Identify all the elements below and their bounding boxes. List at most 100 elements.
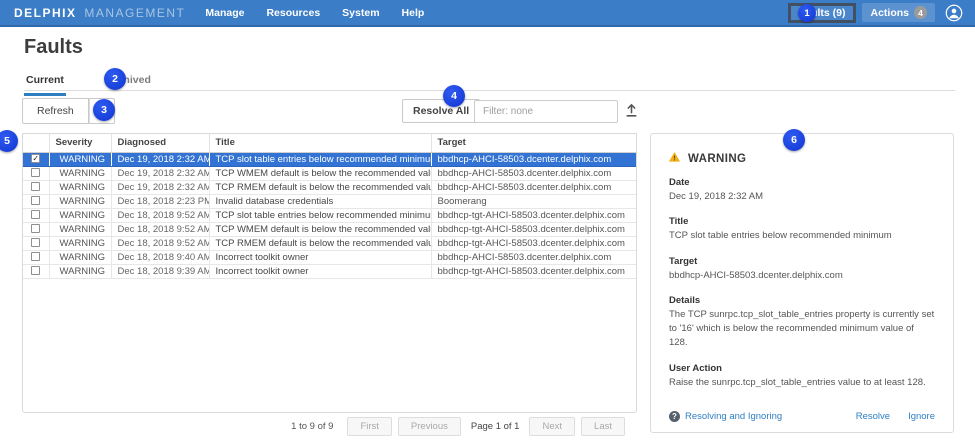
row-checkbox[interactable] <box>31 196 40 205</box>
nav-item-help[interactable]: Help <box>402 7 425 19</box>
row-checkbox[interactable] <box>31 168 40 177</box>
refresh-button[interactable]: Refresh <box>22 98 89 124</box>
detail-field-value: Raise the sunrpc.tcp_slot_table_entries … <box>669 376 935 390</box>
row-checkbox[interactable] <box>31 238 40 247</box>
target-cell: bbdhcp-AHCI-58503.dcenter.delphix.com <box>431 180 636 194</box>
page-title: Faults <box>24 36 83 59</box>
details-severity-label: WARNING <box>688 153 746 165</box>
checkbox-cell <box>23 222 49 236</box>
detail-field-value: TCP slot table entries below recommended… <box>669 229 935 243</box>
callout-2: 2 <box>104 68 126 90</box>
table-row[interactable]: ✓ WARNINGDec 19, 2018 2:32 AMTCP slot ta… <box>23 152 636 166</box>
detail-field-value: bbdhcp-AHCI-58503.dcenter.delphix.com <box>669 269 935 283</box>
checkbox-cell <box>23 166 49 180</box>
diagnosed-cell: Dec 18, 2018 2:23 PM <box>111 194 209 208</box>
severity-cell: WARNING <box>49 152 111 166</box>
export-icon[interactable] <box>622 102 640 120</box>
detail-field-label: Title <box>669 216 935 227</box>
detail-field: DateDec 19, 2018 2:32 AM <box>669 177 935 204</box>
severity-cell: WARNING <box>49 264 111 278</box>
tab-bar: Current Archived <box>24 72 153 96</box>
target-cell: bbdhcp-tgt-AHCI-58503.dcenter.delphix.co… <box>431 208 636 222</box>
table-row[interactable]: WARNINGDec 19, 2018 2:32 AMTCP WMEM defa… <box>23 166 636 180</box>
target-cell: bbdhcp-AHCI-58503.dcenter.delphix.com <box>431 250 636 264</box>
diagnosed-cell: Dec 18, 2018 9:52 AM <box>111 222 209 236</box>
diagnosed-cell: Dec 18, 2018 9:52 AM <box>111 208 209 222</box>
detail-field-label: Date <box>669 177 935 188</box>
detail-field-label: Target <box>669 256 935 267</box>
column-header-severity[interactable]: Severity <box>49 134 111 152</box>
faults-table-container: Severity Diagnosed Title Target ✓ WARNIN… <box>22 133 637 413</box>
next-page-button[interactable]: Next <box>529 417 575 436</box>
severity-label: WARNING <box>60 238 106 249</box>
row-checkbox[interactable] <box>31 266 40 275</box>
first-page-button[interactable]: First <box>347 417 391 436</box>
filter-input[interactable] <box>474 100 618 123</box>
title-cell: TCP slot table entries below recommended… <box>209 208 431 222</box>
diagnosed-cell: Dec 18, 2018 9:52 AM <box>111 236 209 250</box>
nav-menu: Manage Resources System Help <box>205 7 424 19</box>
diagnosed-cell: Dec 18, 2018 9:39 AM <box>111 264 209 278</box>
row-checkbox[interactable] <box>31 224 40 233</box>
table-row[interactable]: WARNING Dec 18, 2018 2:23 PMInvalid datab… <box>23 194 636 208</box>
page-indicator: Page 1 of 1 <box>471 421 520 432</box>
table-row[interactable]: WARNING Dec 18, 2018 9:52 AMTCP slot tabl… <box>23 208 636 222</box>
row-checkbox[interactable] <box>31 182 40 191</box>
delphix-logo: DELPHIX MANAGEMENT <box>14 6 185 20</box>
callout-6: 6 <box>783 129 805 151</box>
title-cell: TCP slot table entries below recommended… <box>209 152 431 166</box>
row-checkbox[interactable]: ✓ <box>31 154 40 163</box>
checkbox-cell <box>23 236 49 250</box>
nav-item-manage[interactable]: Manage <box>205 7 244 19</box>
title-cell: Incorrect toolkit owner <box>209 250 431 264</box>
target-cell: bbdhcp-AHCI-58503.dcenter.delphix.com <box>431 152 636 166</box>
target-cell: bbdhcp-tgt-AHCI-58503.dcenter.delphix.co… <box>431 264 636 278</box>
target-cell: bbdhcp-tgt-AHCI-58503.dcenter.delphix.co… <box>431 236 636 250</box>
detail-field-value: The TCP sunrpc.tcp_slot_table_entries pr… <box>669 308 935 351</box>
column-header-title[interactable]: Title <box>209 134 431 152</box>
faults-table-body: ✓ WARNINGDec 19, 2018 2:32 AMTCP slot ta… <box>23 152 636 278</box>
last-page-button[interactable]: Last <box>581 417 625 436</box>
user-profile-icon[interactable] <box>945 4 963 22</box>
severity-cell: WARNING <box>49 180 111 194</box>
severity-cell: WARNING <box>49 250 111 264</box>
title-cell: Incorrect toolkit owner <box>209 264 431 278</box>
severity-label: WARNING <box>60 196 106 207</box>
actions-button[interactable]: Actions 4 <box>862 3 935 22</box>
callout-3: 3 <box>93 99 115 121</box>
detail-field-label: Details <box>669 295 935 306</box>
column-header-diagnosed[interactable]: Diagnosed <box>111 134 209 152</box>
diagnosed-cell: Dec 18, 2018 9:40 AM <box>111 250 209 264</box>
checkbox-cell <box>23 264 49 278</box>
diagnosed-cell: Dec 19, 2018 2:32 AM <box>111 180 209 194</box>
severity-label: WARNING <box>60 266 106 277</box>
previous-page-button[interactable]: Previous <box>398 417 461 436</box>
callout-4: 4 <box>443 85 465 107</box>
table-header-row: Severity Diagnosed Title Target <box>23 134 636 152</box>
severity-label: WARNING <box>60 210 106 221</box>
row-checkbox[interactable] <box>31 210 40 219</box>
resolving-ignoring-link[interactable]: ? Resolving and Ignoring <box>669 411 782 422</box>
resolve-all-button[interactable]: Resolve All <box>402 99 480 123</box>
brand-suffix: MANAGEMENT <box>84 6 185 20</box>
table-row[interactable]: WARNINGDec 18, 2018 9:52 AMTCP WMEM defa… <box>23 222 636 236</box>
tab-current[interactable]: Current <box>24 72 66 96</box>
severity-cell: WARNING <box>49 222 111 236</box>
column-header-target[interactable]: Target <box>431 134 636 152</box>
detail-field: Target bbdhcp-AHCI-58503.dcenter.delphix.… <box>669 256 935 283</box>
table-row[interactable]: WARNINGDec 19, 2018 2:32 AMTCP RMEM defa… <box>23 180 636 194</box>
nav-item-resources[interactable]: Resources <box>266 7 320 19</box>
table-row[interactable]: WARNING Dec 18, 2018 9:39 AMIncorrect too… <box>23 264 636 278</box>
title-cell: TCP WMEM default is below the recommende… <box>209 166 431 180</box>
ignore-link[interactable]: Ignore <box>908 411 935 422</box>
nav-item-system[interactable]: System <box>342 7 379 19</box>
row-checkbox[interactable] <box>31 252 40 261</box>
table-row[interactable]: WARNINGDec 18, 2018 9:52 AMTCP RMEM defa… <box>23 236 636 250</box>
title-cell: Invalid database credentials <box>209 194 431 208</box>
severity-label: WARNING <box>60 224 106 235</box>
resolve-link[interactable]: Resolve <box>856 411 890 422</box>
detail-field-label: User Action <box>669 363 935 374</box>
severity-label: WARNING <box>60 252 106 263</box>
detail-field: User Action Raise the sunrpc.tcp_slot_tab… <box>669 363 935 390</box>
table-row[interactable]: WARNING Dec 18, 2018 9:40 AMIncorrect too… <box>23 250 636 264</box>
